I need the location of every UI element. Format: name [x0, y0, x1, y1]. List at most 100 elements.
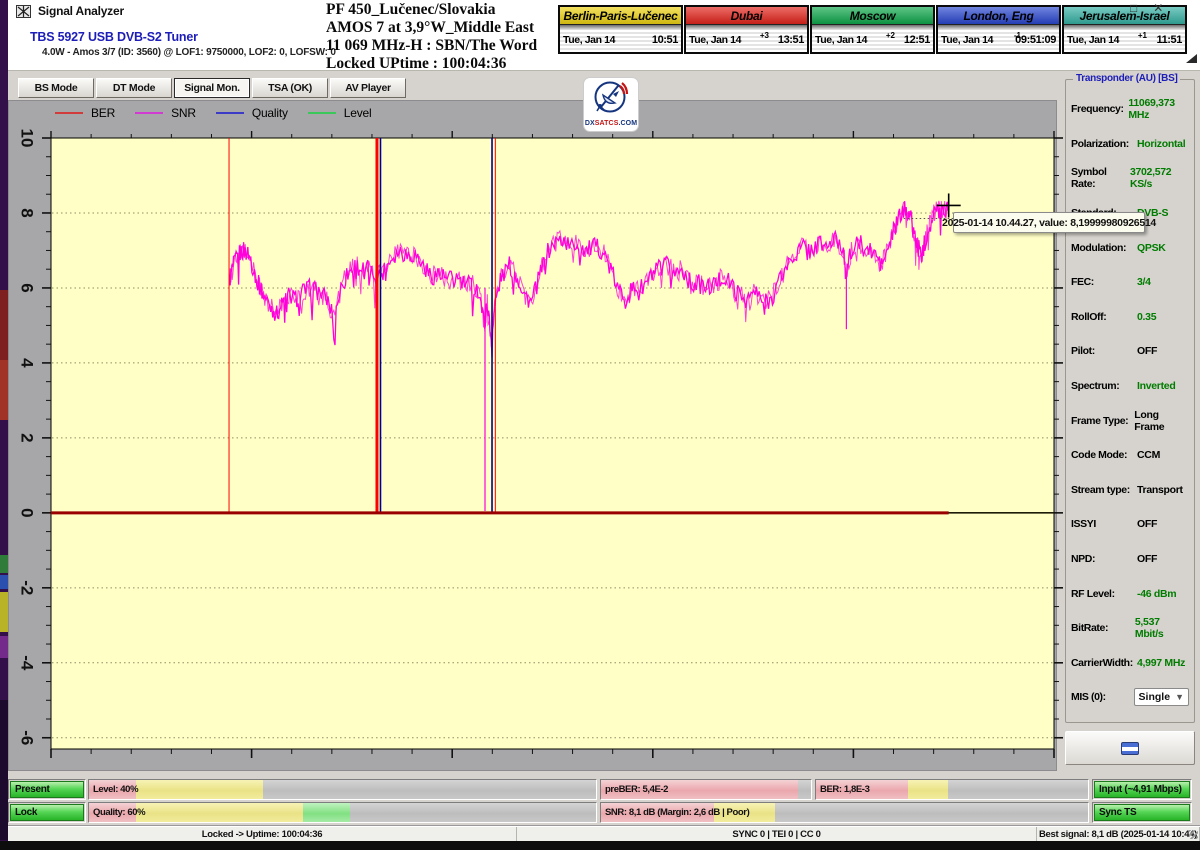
transponder-groupbox: Transponder (AU) [BS] Frequency:11069,37… [1065, 79, 1195, 723]
restore-icon[interactable]: □ [1130, 1, 1137, 15]
tab-bs-mode[interactable]: BS Mode [18, 78, 94, 98]
close-icon[interactable]: ✕ [1153, 1, 1163, 15]
meter-row-2: LockQuality: 60%SNR: 8,1 dB (Margin: 2,6… [8, 802, 1200, 823]
tab-signal-mon-[interactable]: Signal Mon. [174, 78, 250, 98]
record-button[interactable] [1065, 731, 1195, 765]
disk-icon [1121, 742, 1139, 755]
param-value: OFF [1137, 553, 1157, 565]
mis-value: Single [1139, 691, 1171, 703]
sync-ts-badge: Sync TS [1092, 802, 1192, 823]
clock-body: Tue, Jan 14+111:51 [1064, 30, 1185, 52]
ber-meter: BER: 1,8E-3 [815, 779, 1089, 800]
clock-city: Moscow [812, 7, 933, 25]
mis-dropdown[interactable]: Single▼ [1134, 688, 1189, 706]
y-axis-label: 4 [18, 358, 37, 368]
status-uptime: Locked -> Uptime: 100:04:36 [8, 827, 517, 841]
level-meter: Level: 40% [88, 779, 597, 800]
tab-av-player[interactable]: AV Player [330, 78, 406, 98]
clock-date: Tue, Jan 14 [815, 34, 867, 46]
clock-city: Dubai [686, 7, 807, 25]
clock-resize-grip[interactable] [1186, 54, 1197, 63]
chart-legend: BERSNRQualityLevel [55, 106, 371, 120]
status-sync-counters: SYNC 0 | TEI 0 | CC 0 [517, 827, 1037, 841]
signal-plot[interactable]: 1086420-2-4-6 [9, 125, 1058, 772]
plot-area[interactable] [51, 138, 1054, 749]
clock-date: Tue, Jan 14 [563, 34, 615, 46]
param-label: ISSYI [1071, 518, 1137, 530]
desktop-color-block [0, 636, 8, 658]
desktop-color-block [0, 700, 8, 840]
clock-time: 09:51:09 [1015, 34, 1056, 46]
param-value: Transport [1137, 484, 1183, 496]
header-band: Signal Analyzer TBS 5927 USB DVB-S2 Tune… [8, 0, 1200, 71]
reception-note-line: PF 450_Lučenec/Slovakia [326, 1, 537, 18]
param-label: RF Level: [1071, 588, 1137, 600]
param-value: CCM [1137, 449, 1160, 461]
desktop-edge [0, 0, 8, 842]
transponder-row: Spectrum:Inverted [1066, 369, 1194, 404]
clock-city: Berlin-Paris-Lučenec [560, 7, 681, 25]
tab-dt-mode[interactable]: DT Mode [96, 78, 172, 98]
ber-meter-text: BER: 1,8E-3 [820, 780, 869, 799]
sync-ts-badge-label: Sync TS [1094, 804, 1190, 821]
transponder-panel: Transponder (AU) [BS] Frequency:11069,37… [1063, 75, 1197, 771]
param-label: Polarization: [1071, 138, 1137, 150]
level-meter-segment-yellow [136, 780, 264, 799]
snr-meter: SNR: 8,1 dB (Margin: 2,6 dB | Poor) [600, 802, 1089, 823]
chart-tooltip: 2025-01-14 10.44.27, value: 8,1999998092… [953, 212, 1145, 233]
legend-line-swatch [55, 112, 83, 114]
mode-tabs: BS ModeDT ModeSignal Mon.TSA (OK)AV Play… [18, 78, 406, 98]
transponder-row: NPD:OFF [1066, 542, 1194, 577]
param-label: FEC: [1071, 276, 1137, 288]
param-value: QPSK [1137, 242, 1166, 254]
world-clock: MoscowTue, Jan 14+212:51 [810, 5, 935, 54]
tuner-details: 4.0W - Amos 3/7 (ID: 3560) @ LOF1: 97500… [42, 47, 336, 58]
present-badge: Present [8, 779, 86, 800]
transponder-rows: Frequency:11069,373 MHzPolarization:Hori… [1066, 92, 1194, 722]
param-label: Stream type: [1071, 484, 1137, 496]
world-clock: Jerusalem-Israel Tue, Jan 14+111:51 [1062, 5, 1187, 54]
signal-chart-frame: BERSNRQualityLevel 1086420-2-4-6 [8, 100, 1057, 771]
clock-date: Tue, Jan 14 [941, 34, 993, 46]
input-badge-label: Input (~4,91 Mbps) [1094, 781, 1190, 798]
param-value: 3/4 [1137, 276, 1151, 288]
transponder-row: Frame Type:Long Frame [1066, 403, 1194, 438]
y-axis-label: -4 [18, 655, 37, 671]
desktop-color-block [0, 360, 8, 420]
reception-note-line: AMOS 7 at 3,9°W_Middle East [326, 19, 537, 36]
preber-meter: preBER: 5,4E-2 [600, 779, 812, 800]
transponder-row: Frequency:11069,373 MHz [1066, 92, 1194, 127]
reception-note-line: 11 069 MHz-H : SBN/The Word [326, 37, 537, 54]
clock-utc-offset: +3 [760, 31, 769, 40]
y-axis-label: -6 [18, 730, 37, 745]
clock-body: Tue, Jan 14+313:51 [686, 30, 807, 52]
clock-date: Tue, Jan 14 [1067, 34, 1119, 46]
param-value: 3702,572 KS/s [1130, 166, 1189, 190]
transponder-row: Pilot:OFF [1066, 334, 1194, 369]
tab-tsa-ok-[interactable]: TSA (OK) [252, 78, 328, 98]
legend-label: BER [91, 106, 115, 120]
tuner-info: TBS 5927 USB DVB-S2 Tuner 4.0W - Amos 3/… [30, 30, 336, 58]
transponder-title: Transponder (AU) [BS] [1073, 73, 1180, 84]
clock-city: London, Eng [938, 7, 1059, 25]
clock-city: Jerusalem-Israel [1064, 7, 1185, 25]
transponder-row: ISSYIOFF [1066, 507, 1194, 542]
screen-bottom-edge [0, 841, 1200, 850]
desktop-color-block [0, 555, 8, 573]
y-axis-label: 0 [18, 508, 37, 517]
transponder-row: Code Mode:CCM [1066, 438, 1194, 473]
param-value: Long Frame [1134, 409, 1189, 433]
quality-meter-segment-yellow [136, 803, 303, 822]
transponder-row: RollOff:0.35 [1066, 300, 1194, 335]
param-label: BitRate: [1071, 622, 1135, 634]
ber-meter-segment-yellow [908, 780, 947, 799]
clock-time: 10:51 [652, 34, 678, 46]
lock-badge-label: Lock [10, 804, 84, 821]
quality-meter: Quality: 60% [88, 802, 597, 823]
resize-grip[interactable] [1189, 830, 1198, 839]
param-value: Horizontal [1137, 138, 1185, 150]
transponder-row: Polarization:Horizontal [1066, 127, 1194, 162]
transponder-row: RF Level:-46 dBm [1066, 576, 1194, 611]
meter-row-1: PresentLevel: 40%preBER: 5,4E-2 BER: 1,8E… [8, 779, 1200, 800]
clock-utc-offset: +2 [886, 31, 895, 40]
